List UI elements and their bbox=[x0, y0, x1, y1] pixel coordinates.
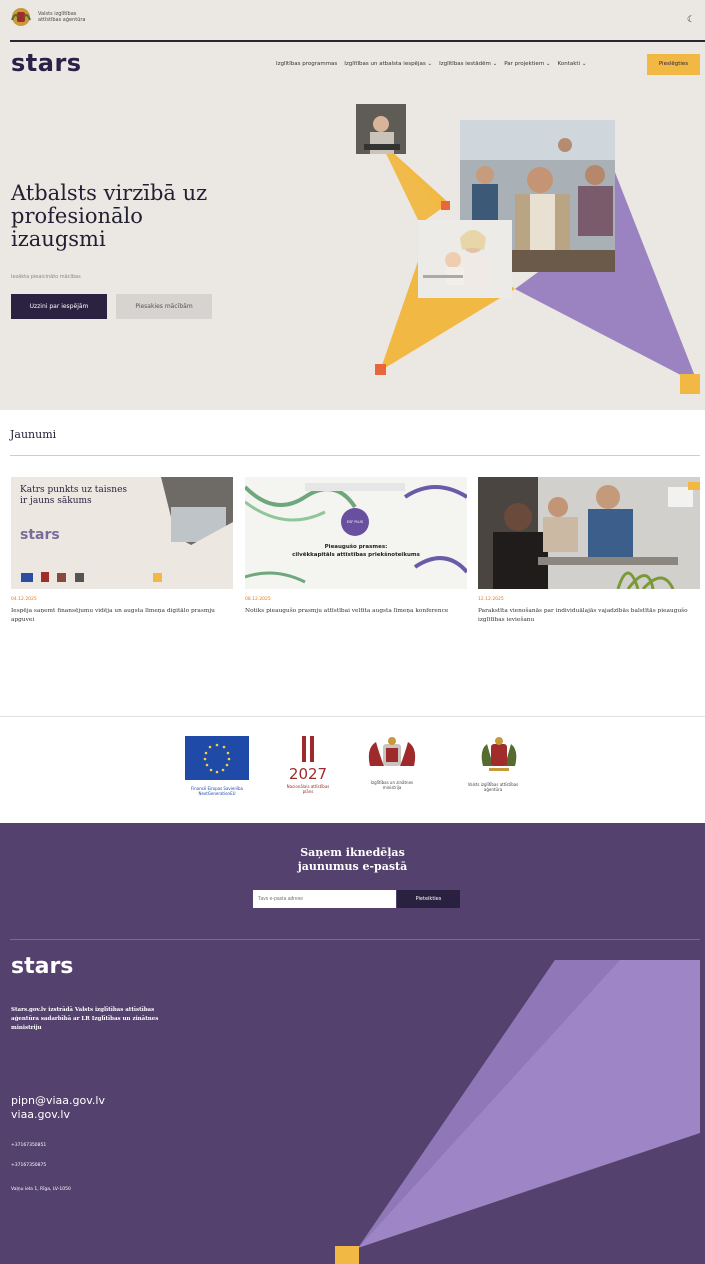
thumb-text-line1: Pieaugušo prasmes: bbox=[324, 544, 388, 550]
nav-item-programs[interactable]: Izglītības programmas bbox=[276, 61, 337, 67]
news-card-title[interactable]: Notiks pieaugušo prasmju attīstībai velt… bbox=[245, 607, 467, 616]
hero-title: Atbalsts virzībā uz profesionālo izaugsm… bbox=[11, 181, 208, 251]
newsletter-email-input[interactable] bbox=[253, 890, 396, 908]
footer-website-link[interactable]: viaa.gov.lv bbox=[11, 1108, 105, 1122]
divider bbox=[0, 716, 705, 717]
news-section-title: Jaunumi bbox=[10, 428, 57, 441]
footer-description: Stars.gov.lv izstrādā Valsts izglītības … bbox=[11, 1007, 159, 1031]
thumb-graphic bbox=[21, 477, 233, 589]
partner-logo-nap[interactable]: 2027 Nacionālais attīstības plāns bbox=[283, 736, 333, 794]
partner-year: 2027 bbox=[288, 765, 328, 783]
news-thumbnail: ESF PLUS Pieaugušo prasmes: cilvēkkapitā… bbox=[245, 477, 467, 589]
site-logo[interactable]: stars bbox=[11, 49, 82, 77]
news-thumbnail: Katrs punkts uz taisnes ir jauns sākums … bbox=[11, 477, 233, 589]
nav-item-institutions[interactable]: Izglītības iestādēm ⌄ bbox=[439, 61, 497, 67]
footer-email-link[interactable]: pipn@viaa.gov.lv bbox=[11, 1094, 105, 1108]
apply-training-button[interactable]: Piesakies mācībām bbox=[116, 294, 212, 319]
nav-item-projects[interactable]: Par projektiem ⌄ bbox=[504, 61, 550, 67]
agency-name-line2: attīstības aģentūra bbox=[38, 17, 86, 23]
nap-logo-icon bbox=[302, 736, 314, 762]
agency-link[interactable]: Valsts izglītības attīstības aģentūra bbox=[10, 6, 88, 28]
partner-caption: Finansē Eiropas Savienība NextGeneration… bbox=[190, 786, 243, 796]
nav-item-contacts[interactable]: Kontakti ⌄ bbox=[558, 61, 587, 67]
footer-phone-2[interactable]: +37167350875 bbox=[11, 1163, 46, 1168]
hero-section: Atbalsts virzībā uz profesionālo izaugsm… bbox=[0, 84, 705, 410]
newsletter-title: Saņem iknedēļas jaunumus e-pastā bbox=[0, 846, 705, 874]
hero-subtitle: Iesākta pieaicināto mācības bbox=[11, 274, 81, 280]
divider bbox=[10, 939, 700, 940]
coat-of-arms-icon bbox=[481, 737, 516, 771]
newsletter-title-line1: Saņem iknedēļas bbox=[300, 846, 405, 859]
news-card[interactable]: ESF PLUS Pieaugušo prasmes: cilvēkkapitā… bbox=[245, 477, 467, 616]
site-header: stars Izglītības programmas Izglītības u… bbox=[0, 42, 705, 84]
main-nav: Izglītības programmas Izglītības un atba… bbox=[276, 61, 586, 67]
hero-photo-mother-child bbox=[418, 220, 512, 298]
news-thumbnail bbox=[478, 477, 700, 589]
partner-caption: Valsts izglītības attīstības aģentūra bbox=[467, 782, 519, 792]
divider bbox=[10, 455, 700, 456]
login-button[interactable]: Pieslēgties bbox=[647, 54, 700, 75]
site-footer: Saņem iknedēļas jaunumus e-pastā Pieteik… bbox=[0, 823, 705, 1264]
news-card-title[interactable]: Iespēja saņemt finansējumu vidēja un aug… bbox=[11, 607, 233, 625]
thumb-graphic bbox=[245, 483, 467, 584]
thumb-graphic bbox=[478, 477, 700, 589]
coat-of-arms-icon bbox=[11, 8, 31, 26]
footer-contacts: pipn@viaa.gov.lv viaa.gov.lv bbox=[11, 1094, 105, 1122]
nav-item-opportunities[interactable]: Izglītības un atbalsta iespējas ⌄ bbox=[344, 61, 432, 67]
eu-flag-icon bbox=[185, 736, 249, 780]
newsletter-title-line2: jaunumus e-pastā bbox=[297, 860, 408, 873]
partner-caption: Izglītības un zinātnes ministrija bbox=[370, 780, 414, 790]
top-bar: Valsts izglītības attīstības aģentūra ☾ bbox=[0, 0, 705, 42]
footer-phone-1[interactable]: +37167350851 bbox=[11, 1143, 46, 1148]
partner-logo-izm[interactable]: Izglītības un zinātnes ministrija bbox=[366, 736, 418, 790]
coat-of-arms-icon bbox=[368, 737, 416, 766]
news-card[interactable]: Katrs punkts uz taisnes ir jauns sākums … bbox=[11, 477, 233, 625]
thumb-text-line2: cilvēkkapitāls attīstības priekšnoteikum… bbox=[292, 552, 420, 558]
thumb-badge: ESF PLUS bbox=[346, 520, 364, 524]
footer-logo[interactable]: stars bbox=[11, 954, 73, 979]
news-date: 08.12.2025 bbox=[245, 597, 271, 602]
footer-address: Vaļņu iela 1, Rīga, LV-1050 bbox=[11, 1187, 71, 1192]
partner-caption: Nacionālais attīstības plāns bbox=[286, 784, 330, 794]
news-card[interactable]: 12.12.2025 Parakstīta vienošanās par ind… bbox=[478, 477, 700, 625]
news-date: 12.12.2025 bbox=[478, 597, 504, 602]
news-date: 04.12.2025 bbox=[11, 597, 37, 602]
partner-logo-eu[interactable]: Finansē Eiropas Savienība NextGeneration… bbox=[185, 736, 249, 796]
partner-logo-viaa[interactable]: Valsts izglītības attīstības aģentūra bbox=[462, 736, 524, 792]
hero-photo-woman-laptop bbox=[356, 104, 406, 154]
learn-opportunities-button[interactable]: Uzzini par iespējām bbox=[11, 294, 107, 319]
moon-icon[interactable]: ☾ bbox=[685, 14, 697, 26]
subscribe-button[interactable]: Pieteikties bbox=[397, 890, 460, 908]
news-card-title[interactable]: Parakstīta vienošanās par individuālajās… bbox=[478, 607, 700, 625]
